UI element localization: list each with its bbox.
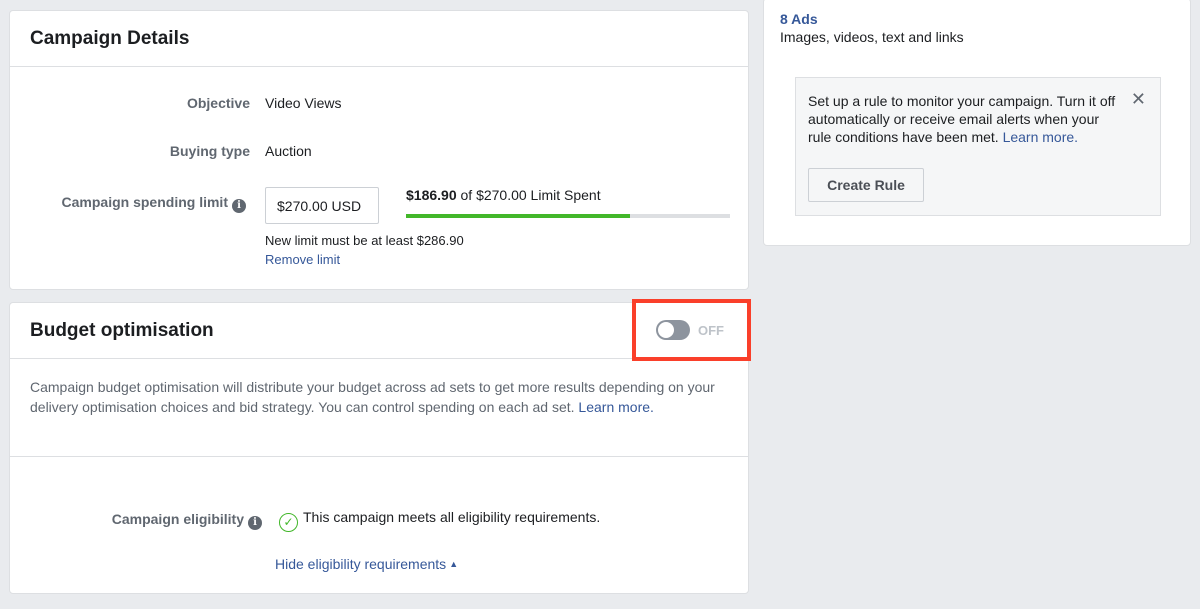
spending-limit-label: Campaign spending limit i	[30, 194, 246, 213]
budget-optimisation-toggle[interactable]: OFF	[656, 320, 724, 340]
rule-learn-more-link[interactable]: Learn more.	[1003, 129, 1078, 145]
toggle-switch[interactable]	[656, 320, 690, 340]
create-rule-button[interactable]: Create Rule	[808, 168, 924, 202]
hide-eligibility-text: Hide eligibility requirements	[275, 556, 447, 572]
divider	[10, 456, 748, 457]
campaign-details-title: Campaign Details	[10, 11, 748, 67]
objective-value: Video Views	[265, 95, 342, 111]
spent-suffix: of $270.00 Limit Spent	[460, 187, 601, 203]
info-icon[interactable]: i	[232, 199, 246, 213]
toggle-state-label: OFF	[698, 322, 724, 338]
min-limit-note: New limit must be at least $286.90	[265, 233, 464, 248]
remove-limit-link[interactable]: Remove limit	[265, 252, 340, 267]
ads-summary-panel: 8 Ads Images, videos, text and links Set…	[763, 0, 1191, 246]
buying-type-value: Auction	[265, 143, 312, 159]
caret-up-icon: ▲	[449, 559, 459, 569]
create-rule-tip: Set up a rule to monitor your campaign. …	[795, 77, 1161, 216]
close-icon[interactable]: ✕	[1131, 90, 1146, 108]
eligibility-label: Campaign eligibility i	[30, 511, 262, 530]
info-icon[interactable]: i	[248, 516, 262, 530]
eligibility-label-text: Campaign eligibility	[111, 511, 244, 527]
rule-tip-text: Set up a rule to monitor your campaign. …	[808, 92, 1126, 146]
spend-progress-fill	[406, 214, 631, 218]
hide-eligibility-link[interactable]: Hide eligibility requirements ▲	[275, 556, 458, 572]
eligibility-status: ✓ This campaign meets all eligibility req…	[279, 509, 600, 532]
objective-label: Objective	[186, 95, 250, 111]
check-circle-icon: ✓	[279, 513, 298, 532]
spending-limit-input[interactable]	[265, 187, 379, 224]
ads-description: Images, videos, text and links	[780, 29, 964, 45]
spending-limit-label-text: Campaign spending limit	[61, 194, 228, 210]
ads-count-link[interactable]: 8 Ads	[780, 11, 818, 27]
budget-optimisation-card: Budget optimisation OFF Campaign budget …	[9, 299, 751, 594]
campaign-details-card: Campaign Details Objective Video Views B…	[9, 10, 749, 290]
toggle-knob	[658, 322, 674, 338]
budget-learn-more-link[interactable]: Learn more.	[578, 399, 653, 415]
spent-amount: $186.90	[406, 187, 457, 203]
buying-type-label: Buying type	[169, 143, 250, 159]
budget-description: Campaign budget optimisation will distri…	[30, 377, 730, 417]
eligibility-status-text: This campaign meets all eligibility requ…	[303, 509, 601, 525]
limit-spent-text: $186.90 of $270.00 Limit Spent	[406, 187, 601, 203]
spend-progress-bar	[406, 214, 730, 218]
